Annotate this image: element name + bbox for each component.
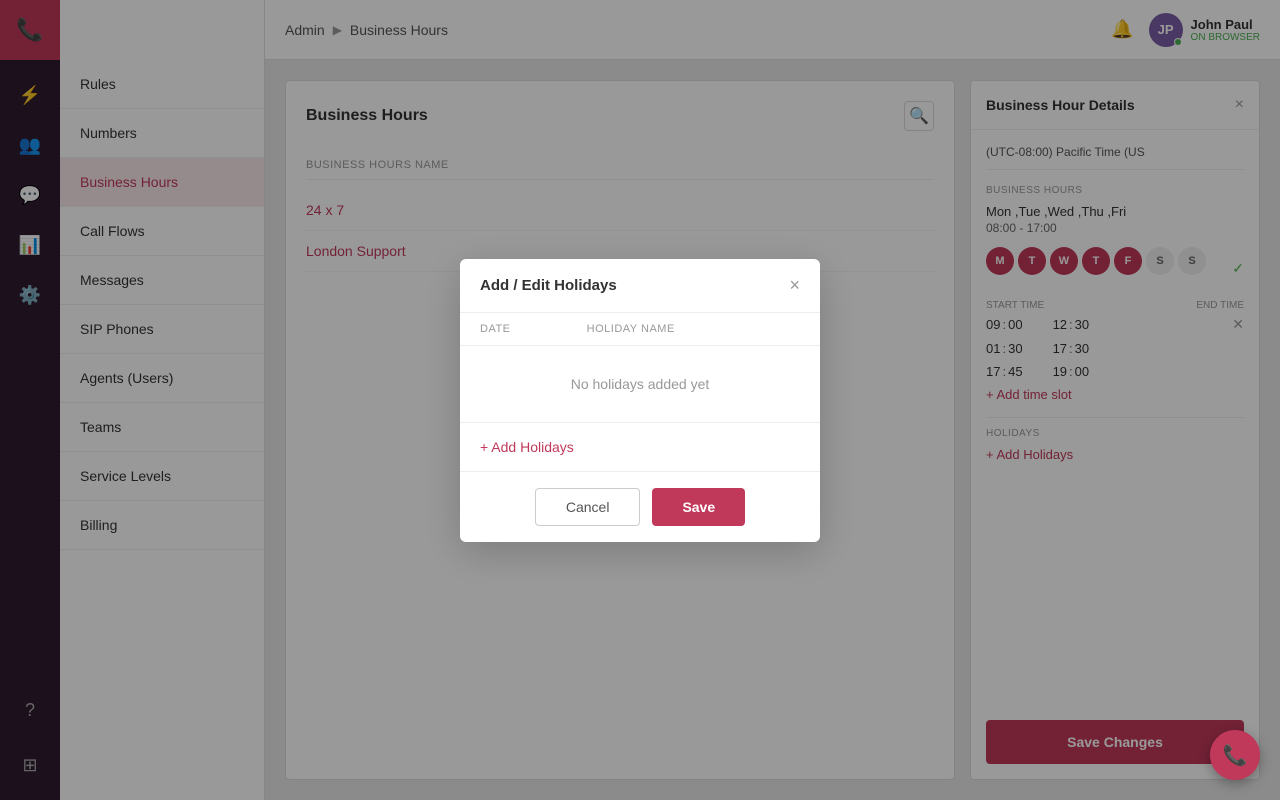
modal-title: Add / Edit Holidays — [480, 277, 617, 294]
modal-cancel-button[interactable]: Cancel — [535, 488, 641, 526]
modal-dialog: Add / Edit Holidays × DATE HOLIDAY NAME … — [460, 259, 820, 542]
modal-col-holiday-name: HOLIDAY NAME — [587, 323, 800, 335]
phone-fab-button[interactable]: 📞 — [1210, 730, 1260, 780]
modal-col-date: DATE — [480, 323, 587, 335]
modal-col-headers: DATE HOLIDAY NAME — [460, 313, 820, 346]
modal-empty-message: No holidays added yet — [460, 346, 820, 423]
modal-close-button[interactable]: × — [789, 275, 800, 296]
modal-add-holidays-link[interactable]: + Add Holidays — [460, 423, 820, 472]
modal-header: Add / Edit Holidays × — [460, 259, 820, 313]
modal-overlay: Add / Edit Holidays × DATE HOLIDAY NAME … — [0, 0, 1280, 800]
phone-fab-icon: 📞 — [1223, 743, 1248, 768]
modal-save-button[interactable]: Save — [652, 488, 745, 526]
modal-footer: Cancel Save — [460, 472, 820, 542]
